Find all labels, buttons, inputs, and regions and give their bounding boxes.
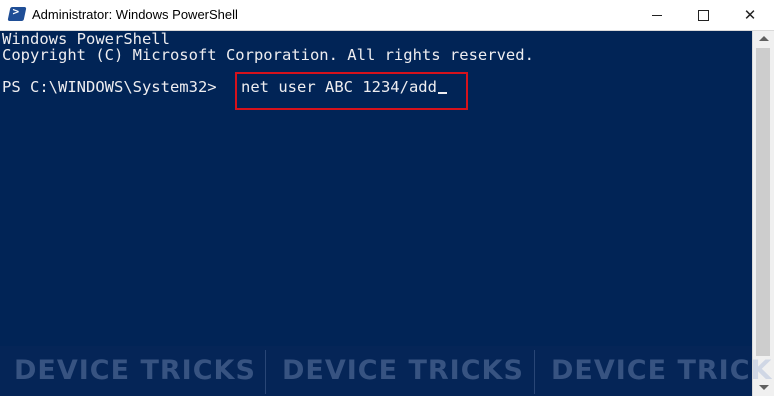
command-highlight-box <box>235 72 468 110</box>
watermark-divider <box>534 350 535 394</box>
scroll-thumb[interactable] <box>756 48 770 356</box>
watermark-text: DEVICE TRICKS <box>282 355 524 386</box>
close-icon: ✕ <box>743 5 757 24</box>
vertical-scrollbar[interactable] <box>752 31 774 396</box>
minimize-icon <box>652 14 662 16</box>
banner-copyright: Copyright (C) Microsoft Corporation. All… <box>2 46 534 64</box>
powershell-icon[interactable]: > <box>7 5 27 21</box>
minimize-button[interactable] <box>634 0 680 30</box>
title-bar[interactable]: > Administrator: Windows PowerShell ✕ <box>0 0 774 31</box>
window-title: Administrator: Windows PowerShell <box>32 7 238 22</box>
close-button[interactable]: ✕ <box>727 0 773 30</box>
watermark-text: DEVICE TRICKS <box>551 355 774 386</box>
maximize-button[interactable] <box>680 0 726 30</box>
prompt: PS C:\WINDOWS\System32> <box>2 78 217 96</box>
scroll-up-arrow-icon[interactable] <box>759 36 769 41</box>
watermark-divider <box>265 350 266 394</box>
watermark-text: DEVICE TRICKS <box>14 355 256 386</box>
maximize-icon <box>697 9 709 21</box>
